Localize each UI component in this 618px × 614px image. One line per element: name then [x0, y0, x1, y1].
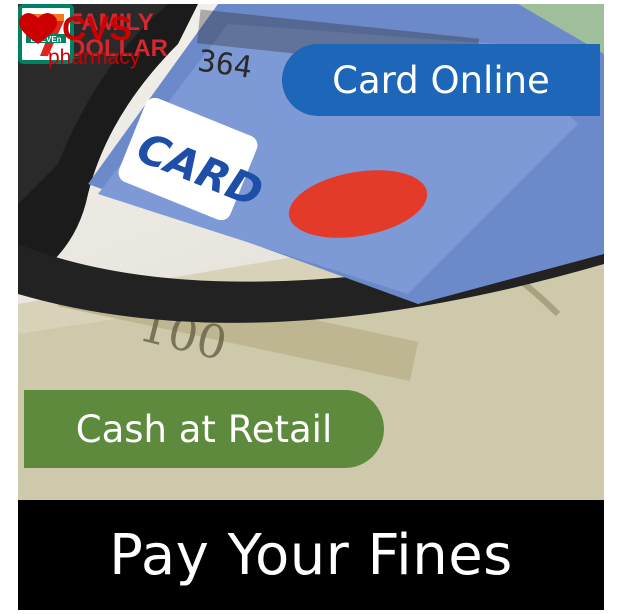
card-number: 364 [196, 44, 255, 86]
cash-at-retail-badge: Cash at Retail [24, 390, 384, 468]
heart-icon [18, 13, 58, 44]
promo-graphic: 100 CARD 364 Card Online Cash at Retail … [18, 4, 604, 610]
card-online-badge: Card Online [282, 44, 600, 116]
banner-title: Pay Your Fines [109, 522, 513, 588]
pharmacy-text: pharmacy [48, 46, 141, 69]
banner: Pay Your Fines [18, 500, 604, 610]
wallet-photo: 100 CARD 364 Card Online Cash at Retail … [18, 4, 604, 500]
cvs-text: CVS [62, 10, 132, 48]
cvs-pharmacy-logo: CVS pharmacy [18, 10, 141, 69]
